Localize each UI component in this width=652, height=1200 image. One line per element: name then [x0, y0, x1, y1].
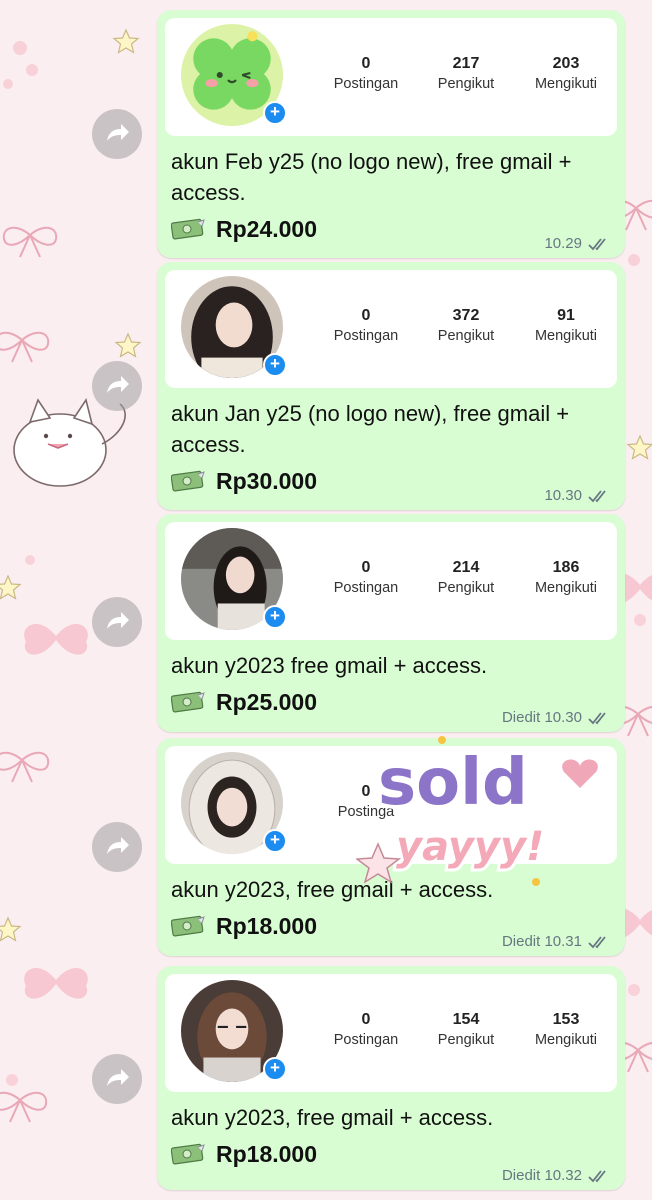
listing-price: Rp18.000 — [216, 912, 318, 939]
posts-label: Postingan — [333, 1032, 399, 1048]
money-icon — [171, 915, 205, 937]
profile-stats: 0 Postingan 214 Pengikut 186 Mengikuti — [331, 558, 601, 598]
following-count: 91 — [557, 307, 575, 324]
follow-plus-icon[interactable]: + — [263, 829, 287, 853]
follow-plus-icon[interactable]: + — [263, 101, 287, 125]
listing-description: akun y2023, free gmail + access. — [171, 1105, 494, 1130]
posts-label: Postingan — [333, 580, 399, 596]
message-time: Diedit 10.32 — [501, 1167, 582, 1184]
listing-price: Rp18.000 — [216, 1140, 318, 1167]
message-time: Diedit 10.31 — [501, 933, 582, 950]
forward-icon — [107, 376, 129, 393]
posts-count: 0 — [361, 307, 371, 324]
followers-count: 372 — [452, 307, 480, 324]
following-count: 203 — [552, 55, 580, 72]
forward-button[interactable] — [92, 1054, 142, 1104]
sold-sticker: sold yayyy! — [356, 736, 598, 886]
money-icon — [171, 470, 205, 492]
followers-stat: 372 Pengikut — [431, 306, 501, 346]
posts-label: Postingan — [333, 328, 399, 344]
read-ticks-icon — [588, 711, 606, 724]
listing-message[interactable]: + 0 Postingan 154 Pengikut 153 Mengikuti… — [157, 966, 625, 1190]
posts-stat: 0 Postingan — [331, 54, 401, 94]
followers-count: 217 — [452, 55, 480, 72]
forward-icon — [107, 1069, 129, 1086]
followers-stat: 154 Pengikut — [431, 1010, 501, 1050]
listing-message[interactable]: + 0 Postingan 217 Pengikut 203 Mengikuti… — [157, 10, 625, 258]
read-ticks-icon — [588, 1169, 606, 1182]
listing-price: Rp25.000 — [216, 688, 318, 715]
money-icon — [171, 1143, 205, 1165]
following-label: Mengikuti — [534, 580, 598, 596]
following-label: Mengikuti — [534, 1032, 598, 1048]
follow-plus-icon[interactable]: + — [263, 353, 287, 377]
message-meta: Diedit 10.31 — [502, 933, 613, 950]
following-label: Mengikuti — [534, 328, 598, 344]
following-count: 153 — [552, 1011, 580, 1028]
posts-stat: 0 Postingan — [331, 1010, 401, 1050]
listing-description: akun Feb y25 (no logo new), free gmail +… — [171, 149, 572, 205]
follow-plus-icon[interactable]: + — [263, 605, 287, 629]
listing-description: akun y2023 free gmail + access. — [171, 653, 488, 678]
profile-card: + 0 Postingan 214 Pengikut 186 Mengikuti — [165, 522, 617, 640]
read-ticks-icon — [588, 237, 606, 250]
listing-price: Rp30.000 — [216, 467, 318, 494]
listing-price: Rp24.000 — [216, 215, 318, 242]
forward-icon — [107, 837, 129, 854]
message-time: Diedit 10.30 — [501, 709, 582, 726]
following-label: Mengikuti — [534, 76, 598, 92]
profile-card: + 0 Postingan 372 Pengikut 91 Mengikuti — [165, 270, 617, 388]
sticker-sold-text: sold — [378, 746, 528, 820]
listing-message[interactable]: + 0 Postingan 214 Pengikut 186 Mengikuti… — [157, 514, 625, 732]
forward-button[interactable] — [92, 109, 142, 159]
chat-thread: + 0 Postingan 217 Pengikut 203 Mengikuti… — [0, 0, 652, 1200]
profile-card: + 0 Postingan 217 Pengikut 203 Mengikuti — [165, 18, 617, 136]
profile-stats: 0 Postingan 372 Pengikut 91 Mengikuti — [331, 306, 601, 346]
forward-button[interactable] — [92, 361, 142, 411]
money-icon — [171, 218, 205, 240]
following-stat: 203 Mengikuti — [531, 54, 601, 94]
money-icon — [171, 691, 205, 713]
posts-stat: 0 Postingan — [331, 558, 401, 598]
posts-count: 0 — [361, 1011, 371, 1028]
posts-count: 0 — [361, 55, 371, 72]
listing-message[interactable]: + 0 Postingan 372 Pengikut 91 Mengikuti … — [157, 262, 625, 510]
followers-label: Pengikut — [437, 580, 495, 596]
profile-card: + 0 Postingan 154 Pengikut 153 Mengikuti — [165, 974, 617, 1092]
followers-label: Pengikut — [437, 328, 495, 344]
message-meta: 10.30 — [544, 487, 613, 504]
forward-button[interactable] — [92, 822, 142, 872]
read-ticks-icon — [588, 935, 606, 948]
followers-label: Pengikut — [437, 76, 495, 92]
message-meta: Diedit 10.30 — [502, 709, 613, 726]
following-count: 186 — [552, 559, 580, 576]
followers-count: 154 — [452, 1011, 480, 1028]
sticker-yay-text: yayyy! — [396, 824, 544, 870]
profile-stats: 0 Postingan 217 Pengikut 203 Mengikuti — [331, 54, 601, 94]
profile-stats: 0 Postingan 154 Pengikut 153 Mengikuti — [331, 1010, 601, 1050]
message-meta: Diedit 10.32 — [502, 1167, 613, 1184]
forward-icon — [107, 612, 129, 629]
following-stat: 186 Mengikuti — [531, 558, 601, 598]
following-stat: 153 Mengikuti — [531, 1010, 601, 1050]
listing-description: akun Jan y25 (no logo new), free gmail +… — [171, 401, 570, 457]
forward-icon — [107, 124, 129, 141]
posts-count: 0 — [361, 559, 371, 576]
followers-count: 214 — [452, 559, 480, 576]
sticker-star-icon — [356, 842, 402, 884]
followers-label: Pengikut — [437, 1032, 495, 1048]
forward-button[interactable] — [92, 597, 142, 647]
followers-stat: 217 Pengikut — [431, 54, 501, 94]
followers-stat: 214 Pengikut — [431, 558, 501, 598]
posts-label: Postingan — [333, 76, 399, 92]
message-meta: 10.29 — [544, 235, 613, 252]
posts-stat: 0 Postingan — [331, 306, 401, 346]
message-time: 10.29 — [544, 235, 582, 252]
read-ticks-icon — [588, 489, 606, 502]
message-time: 10.30 — [544, 487, 582, 504]
following-stat: 91 Mengikuti — [531, 306, 601, 346]
follow-plus-icon[interactable]: + — [263, 1057, 287, 1081]
